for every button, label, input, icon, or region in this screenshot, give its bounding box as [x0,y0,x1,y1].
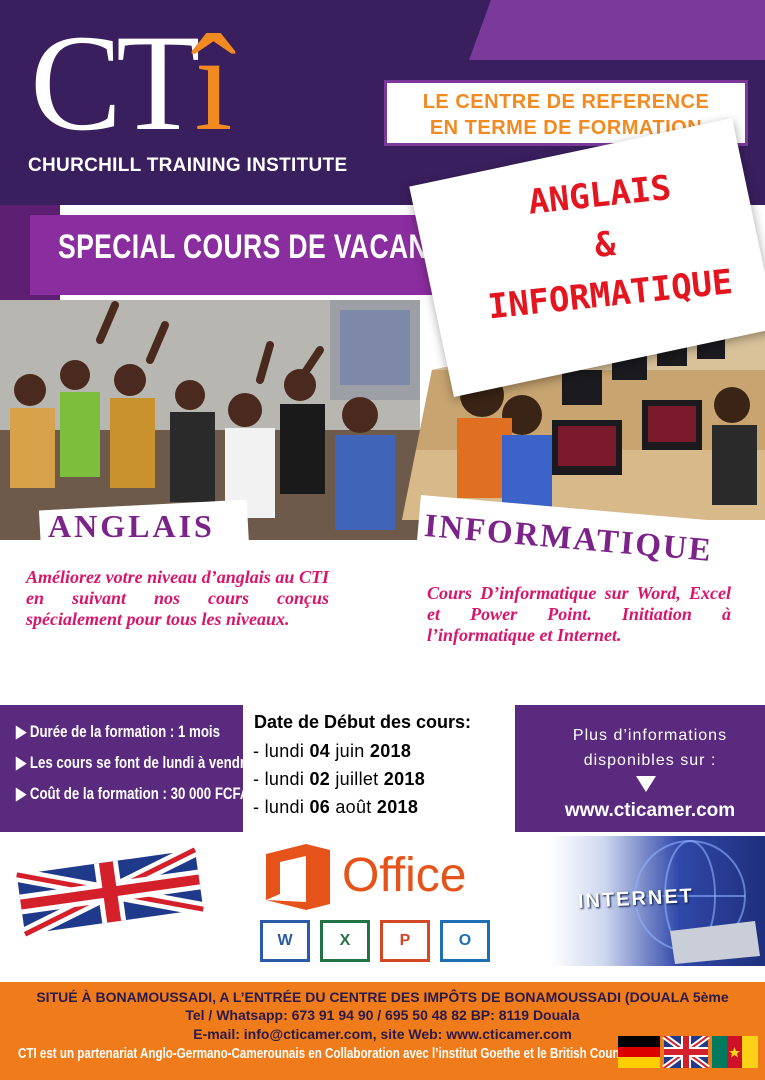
detail-cost: ▶ Coût de la formation : 30 000 FCFA [16,784,250,803]
powerpoint-icon: P [380,920,430,962]
start-dates-title: Date de Début des cours: [254,712,472,732]
cti-logo: CTî [30,6,233,159]
website-link[interactable]: www.cticamer.com [540,800,760,822]
english-description: Améliorez votre niveau d’anglais au CTI … [26,567,329,629]
outlook-icon: O [440,920,490,962]
start-date-row: - lundi 06 août 2018 [253,797,419,817]
subjects-title: ANGLAIS & INFORMATIQUE [463,156,747,333]
detail-duration: ▶ Durée de la formation : 1 mois [16,722,220,741]
computing-description: Cours D’informatique sur Word, Excel et … [427,583,731,645]
word-icon: W [260,920,310,962]
more-info-line-1: Plus d’informations [572,727,728,744]
uk-flag-logo [10,842,210,941]
arrow-down-icon [636,776,656,792]
institute-name: CHURCHILL TRAINING INSTITUTE [28,155,348,176]
start-date-row: - lundi 04 juin 2018 [253,741,412,761]
header-accent-stripe [469,0,765,60]
more-info-text: Plus d’informations disponibles sur : [540,723,760,773]
tagline-line-1: LE CENTRE DE REFERENCE [422,91,710,113]
germany-flag-icon [618,1036,660,1068]
footer-address: SITUÉ À BONAMOUSSADI, A L’ENTRÉE DU CENT… [36,989,729,1005]
footer-partnership: CTI est un partenariat Anglo-Germano-Cam… [18,1046,633,1062]
office-wordmark: Office [342,849,467,902]
more-info-line-2: disponibles sur : [583,752,717,769]
english-section-title: ANGLAIS [48,508,215,544]
excel-icon: X [320,920,370,962]
partner-flags [618,1033,758,1071]
start-date-row: - lundi 02 juillet 2018 [253,769,426,789]
footer-phones: Tel / Whatsapp: 673 91 94 90 / 695 50 48… [185,1007,580,1023]
uk-flag-icon [662,1033,710,1071]
detail-schedule: ▶ Les cours se font de lundi à vendredi [16,753,265,772]
cameroon-flag-icon [712,1036,758,1068]
